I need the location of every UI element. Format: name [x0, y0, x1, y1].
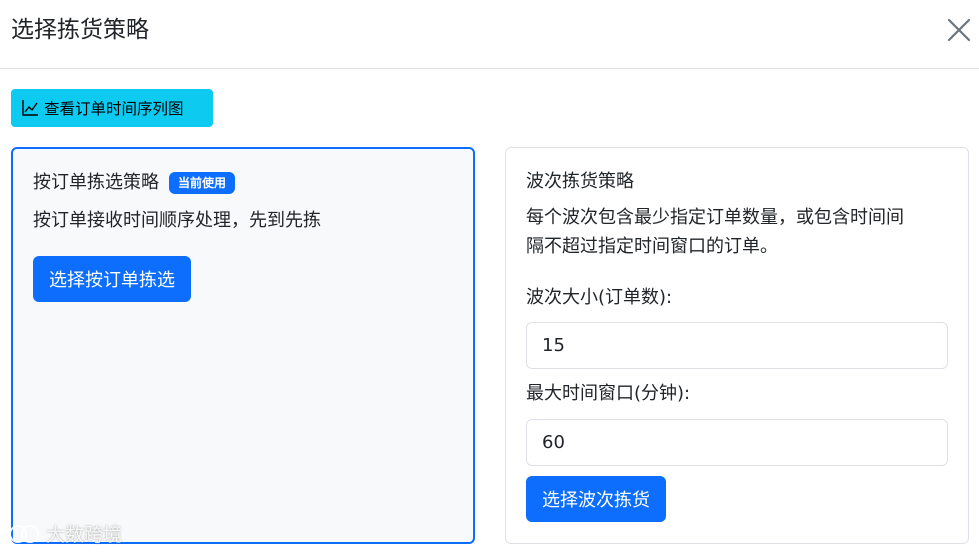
time-window-label: 最大时间窗口(分钟): [526, 383, 691, 404]
view-order-timeline-button[interactable]: 查看订单时间序列图 [11, 89, 213, 127]
watermark: 大数跨境 [8, 520, 122, 547]
wave-strategy-description-line2: 隔不超过指定时间窗口的订单。 [526, 236, 778, 257]
select-wave-picking-button[interactable]: 选择波次拣货 [526, 476, 666, 522]
modal-header: 选择拣货策略 [0, 0, 979, 69]
time-window-input[interactable] [526, 419, 948, 466]
wave-strategy-title-row: 波次拣货策略 [526, 170, 634, 194]
line-chart-icon [21, 99, 39, 117]
wave-strategy-title: 波次拣货策略 [526, 171, 634, 192]
order-strategy-description: 按订单接收时间顺序处理，先到先拣 [33, 210, 321, 231]
close-button[interactable] [943, 14, 975, 46]
wave-picking-strategy-card: 波次拣货策略 每个波次包含最少指定订单数量，或包含时间间 隔不超过指定时间窗口的… [505, 147, 969, 544]
watermark-logo-icon [9, 524, 39, 543]
watermark-text: 大数跨境 [46, 524, 123, 546]
close-icon [947, 18, 971, 42]
current-in-use-badge: 当前使用 [169, 172, 236, 194]
wave-strategy-description-line1: 每个波次包含最少指定订单数量，或包含时间间 [526, 207, 904, 228]
select-order-picking-button[interactable]: 选择按订单拣选 [33, 256, 191, 302]
wave-size-label: 波次大小(订单数): [526, 287, 673, 308]
order-strategy-title-row: 按订单拣选策略 当前使用 [33, 171, 236, 195]
order-strategy-title: 按订单拣选策略 [33, 172, 159, 193]
wave-size-input[interactable] [526, 322, 948, 369]
view-order-timeline-label: 查看订单时间序列图 [44, 101, 184, 118]
modal-title: 选择拣货策略 [11, 17, 149, 43]
order-picking-strategy-card: 按订单拣选策略 当前使用 按订单接收时间顺序处理，先到先拣 选择按订单拣选 [11, 147, 475, 544]
